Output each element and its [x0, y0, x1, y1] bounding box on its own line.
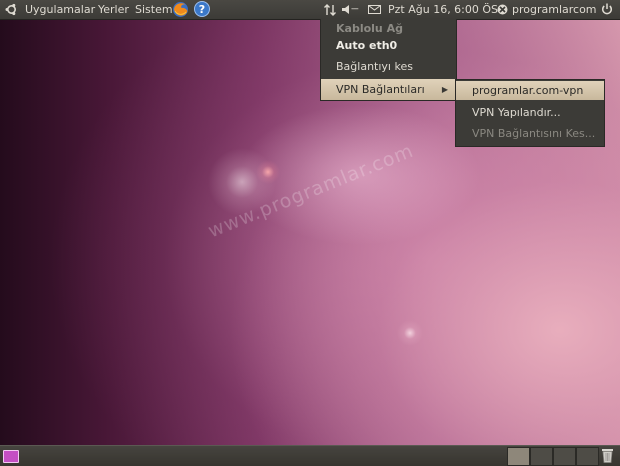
vpn-submenu: programlar.com-vpn VPN Yapılandır... VPN… — [455, 79, 605, 147]
workspace-3[interactable] — [553, 447, 576, 466]
submenu-arrow-icon: ▶ — [441, 85, 448, 94]
network-icon[interactable] — [324, 4, 336, 16]
network-menu: Kablolu Ağ Auto eth0 Bağlantıyı kes VPN … — [320, 19, 457, 101]
svg-text:?: ? — [199, 3, 205, 16]
menu-item-vpn-programlar[interactable]: programlar.com-vpn — [456, 81, 604, 100]
clock[interactable]: Pzt Ağu 16, 6:00 ÖS — [388, 0, 498, 19]
username[interactable]: programlarcom — [512, 0, 597, 19]
vpn-connections-label: VPN Bağlantıları — [336, 83, 425, 96]
applications-menu[interactable]: Uygulamalar — [25, 0, 95, 19]
desktop-wallpaper: www.programlar.com — [0, 0, 620, 465]
mail-icon[interactable] — [368, 5, 381, 14]
trash-icon[interactable] — [601, 448, 614, 463]
power-icon[interactable] — [601, 3, 613, 15]
menu-item-disconnect[interactable]: Bağlantıyı kes — [321, 57, 456, 77]
menu-item-auto-eth0[interactable]: Auto eth0 — [321, 36, 456, 56]
help-icon[interactable]: ? — [194, 1, 210, 17]
user-status-icon[interactable] — [497, 4, 508, 15]
system-menu[interactable]: Sistem — [135, 0, 173, 19]
menu-item-vpn-connections[interactable]: VPN Bağlantıları ▶ — [321, 79, 456, 100]
places-menu[interactable]: Yerler — [98, 0, 129, 19]
menu-item-configure-vpn[interactable]: VPN Yapılandır... — [456, 103, 604, 123]
top-panel: Uygulamalar Yerler Sistem ? --- Pzt Ağu … — [0, 0, 620, 20]
show-desktop-icon[interactable] — [3, 450, 19, 463]
ubuntu-logo-icon[interactable] — [5, 3, 18, 16]
workspace-4[interactable] — [576, 447, 599, 466]
volume-icon[interactable] — [342, 5, 351, 14]
workspace-2[interactable] — [530, 447, 553, 466]
menu-item-disconnect-vpn: VPN Bağlantısını Kes... — [472, 127, 596, 140]
bottom-panel — [0, 445, 620, 466]
watermark: www.programlar.com — [205, 139, 417, 243]
workspace-1[interactable] — [507, 447, 530, 466]
firefox-icon[interactable] — [172, 1, 189, 18]
volume-level: --- — [351, 4, 359, 14]
